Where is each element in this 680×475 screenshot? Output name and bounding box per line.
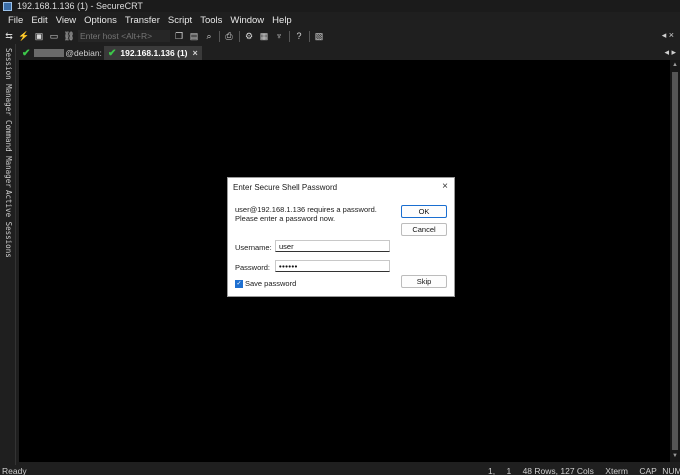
- toolbar-separator: [309, 30, 310, 42]
- status-num: NUM: [662, 466, 680, 475]
- menu-script[interactable]: Script: [164, 15, 196, 26]
- menu-file[interactable]: File: [4, 15, 27, 26]
- active-sessions-tab[interactable]: Active Sessions: [2, 190, 14, 258]
- menu-bar: File Edit View Options Transfer Script T…: [0, 12, 680, 28]
- status-details: 1, 1 48 Rows, 127 Cols Xterm CAP NUM: [488, 466, 680, 475]
- session-tab-bar: ✔ @debian: ~ ✔ 192.168.1.136 (1) × ◂ ▸: [17, 44, 680, 60]
- skip-button[interactable]: Skip: [401, 275, 447, 288]
- scroll-down-icon[interactable]: ▼: [672, 453, 678, 459]
- paste-icon[interactable]: ▤: [188, 30, 200, 42]
- side-panel-strip: Session Manager Command Manager Active S…: [0, 44, 16, 465]
- window-title: 192.168.1.136 (1) - SecureCRT: [17, 1, 143, 11]
- status-term: Xterm: [605, 466, 628, 475]
- print-icon[interactable]: ⎙: [223, 30, 235, 42]
- ok-button[interactable]: OK: [401, 205, 447, 218]
- menu-transfer[interactable]: Transfer: [121, 15, 164, 26]
- dialog-message: user@192.168.1.136 requires a password. …: [235, 205, 377, 223]
- securecrt-app-icon: [3, 1, 12, 11]
- tab-active-label: 192.168.1.136 (1): [120, 48, 188, 58]
- password-label: Password:: [235, 263, 271, 272]
- ssh-password-dialog: Enter Secure Shell Password × user@192.1…: [227, 177, 455, 297]
- menu-help[interactable]: Help: [268, 15, 296, 26]
- dialog-title: Enter Secure Shell Password: [233, 183, 338, 192]
- title-bar: 192.168.1.136 (1) - SecureCRT: [0, 0, 680, 12]
- enter-host-input[interactable]: [78, 30, 170, 42]
- scrollbar-thumb[interactable]: [672, 72, 678, 450]
- menu-view[interactable]: View: [52, 15, 80, 26]
- dialog-close-icon[interactable]: ×: [442, 181, 448, 192]
- connected-check-icon: ✔: [22, 47, 31, 59]
- menu-options[interactable]: Options: [80, 15, 121, 26]
- menu-tools[interactable]: Tools: [196, 15, 226, 26]
- scroll-up-icon[interactable]: ▲: [672, 62, 678, 68]
- menu-edit[interactable]: Edit: [27, 15, 51, 26]
- disconnect-icon[interactable]: ⛓: [63, 30, 75, 42]
- toolbar: ⇆ ⚡ ▣ ▭ ⛓ ❐ ▤ ⌕ ⎙ ⚙ ▦ ♆ ? ▧ ◂ ×: [0, 28, 680, 44]
- tab-scroll-arrows[interactable]: ◂ ▸: [664, 47, 676, 58]
- redacted-username: [34, 49, 65, 57]
- tab-debian-label: @debian: ~: [65, 48, 110, 58]
- keymap-icon[interactable]: ▦: [258, 30, 270, 42]
- password-field[interactable]: ••••••: [275, 260, 390, 272]
- quick-connect-icon[interactable]: ⚡: [18, 30, 30, 42]
- key-agent-icon[interactable]: ♆: [273, 30, 285, 42]
- sftp-icon[interactable]: ▧: [313, 30, 325, 42]
- toolbar-separator: [239, 30, 240, 42]
- connect-icon[interactable]: ⇆: [3, 30, 15, 42]
- dialog-message-line2: Please enter a password now.: [235, 214, 336, 223]
- session-manager-tab[interactable]: Session Manager: [2, 48, 14, 116]
- username-label: Username:: [235, 243, 272, 252]
- command-manager-tab[interactable]: Command Manager: [2, 120, 14, 188]
- status-bar: Ready 1, 1 48 Rows, 127 Cols Xterm CAP N…: [0, 465, 680, 475]
- status-caps: CAP: [639, 466, 657, 475]
- save-password-label[interactable]: Save password: [245, 279, 296, 288]
- toolbar-separator: [289, 30, 290, 42]
- tab-debian-session[interactable]: ✔ @debian: ~: [18, 46, 113, 60]
- dialog-message-line1: user@192.168.1.136 requires a password.: [235, 205, 377, 214]
- status-row: 1,: [488, 466, 496, 475]
- cancel-button[interactable]: Cancel: [401, 223, 447, 236]
- find-icon[interactable]: ⌕: [203, 30, 215, 42]
- terminal-scrollbar[interactable]: ▲ ▼: [670, 60, 680, 462]
- help-icon[interactable]: ?: [293, 30, 305, 42]
- connect-tab-icon[interactable]: ▣: [33, 30, 45, 42]
- status-size: 48 Rows, 127 Cols: [522, 466, 594, 475]
- tab-close-icon[interactable]: ×: [193, 48, 198, 58]
- status-col: 1: [506, 466, 512, 475]
- save-password-checkbox[interactable]: ✓: [235, 280, 243, 288]
- copy-icon[interactable]: ❐: [173, 30, 185, 42]
- settings-icon[interactable]: ⚙: [243, 30, 255, 42]
- connected-check-icon: ✔: [108, 47, 117, 59]
- username-field[interactable]: user: [275, 240, 390, 252]
- reconnect-icon[interactable]: ▭: [48, 30, 60, 42]
- toolbar-pin-close[interactable]: ◂ ×: [662, 30, 674, 41]
- tab-192-168-1-136[interactable]: ✔ 192.168.1.136 (1) ×: [104, 46, 202, 60]
- menu-window[interactable]: Window: [226, 15, 268, 26]
- toolbar-separator: [219, 30, 220, 42]
- status-ready: Ready: [2, 466, 27, 475]
